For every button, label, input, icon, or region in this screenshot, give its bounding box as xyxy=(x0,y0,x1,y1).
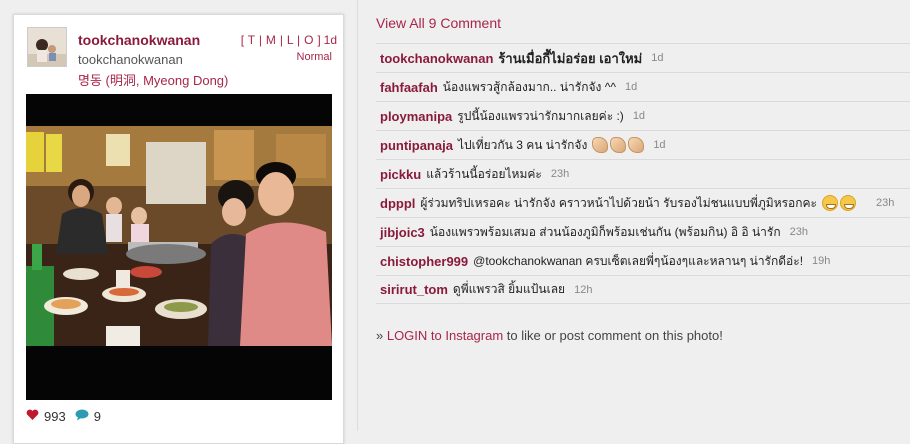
comment-text: น้องแพรวสู้กล้องมาก.. น่ารักจัง ^^ xyxy=(442,79,616,94)
comment-time: 1d xyxy=(624,81,638,93)
clapping-hands-icon xyxy=(610,137,627,153)
comment-username[interactable]: dpppl xyxy=(380,196,415,211)
user-avatar[interactable] xyxy=(27,27,67,67)
post-full-name: tookchanokwanan xyxy=(78,52,183,67)
comment-time: 1d xyxy=(653,139,666,151)
comment-row: chistopher999 @tookchanokwanan ครบเซ็ตเลย… xyxy=(376,246,910,275)
grin-emoji-icon xyxy=(822,195,838,211)
clapping-hands-icon xyxy=(592,137,609,153)
likes-count: 993 xyxy=(44,409,66,424)
comment-text: ผู้ร่วมทริปเหรอคะ น่ารักจัง คราวหน้าไปด้… xyxy=(420,195,817,210)
post-location[interactable]: 명동 (明洞, Myeong Dong) xyxy=(78,70,228,89)
size-links[interactable]: [ T | M | L | O ] xyxy=(241,33,321,47)
comment-username[interactable]: ploymanipa xyxy=(380,109,452,124)
comment-username[interactable]: tookchanokwanan xyxy=(380,51,493,66)
comment-row: ploymanipa รูปนี้น้องแพรวน่ารักมากเลยค่ะ … xyxy=(376,101,910,130)
post-column: tookchanokwanan tookchanokwanan 명동 (明洞, … xyxy=(0,0,358,444)
post-time: 1d xyxy=(323,33,337,47)
comment-text: ไปเที่ยวกัน 3 คน น่ารักจัง xyxy=(457,137,588,152)
login-prefix: » xyxy=(376,328,387,343)
comment-time: 1d xyxy=(651,52,664,64)
comment-text: แล้วร้านนี้อร่อยไหมค่ะ xyxy=(426,166,542,181)
comment-time: 12h xyxy=(574,283,593,296)
view-all-comments-link[interactable]: View All 9 Comment xyxy=(376,15,501,31)
comment-text: รูปนี้น้องแพรวน่ารักมากเลยค่ะ :) xyxy=(457,108,624,123)
post-card: tookchanokwanan tookchanokwanan 명동 (明洞, … xyxy=(13,14,344,444)
comment-username[interactable]: sirirut_tom xyxy=(380,282,448,297)
login-link[interactable]: LOGIN to Instagram xyxy=(387,328,503,343)
clapping-hands-icon xyxy=(628,137,645,153)
comment-time: 1d xyxy=(632,110,646,122)
comment-row: jibjoic3 น้องแพรวพร้อมเสมอ ส่วนน้องภูมิก็… xyxy=(376,217,910,246)
comment-time: 23h xyxy=(876,197,895,209)
comment-bubble-icon[interactable] xyxy=(75,409,89,424)
comment-text: น้องแพรวพร้อมเสมอ ส่วนน้องภูมิก็พร้อมเช่… xyxy=(429,224,781,239)
comment-text: @tookchanokwanan ครบเซ็ตเลยพี่ๆน้องๆและห… xyxy=(473,253,804,268)
comment-row: fahfaafah น้องแพรวสู้กล้องมาก.. น่ารักจัง… xyxy=(376,72,910,101)
comments-count: 9 xyxy=(93,409,101,424)
post-stats: 993 9 xyxy=(26,409,110,424)
wink-tongue-emoji-icon xyxy=(840,195,856,211)
comment-username[interactable]: jibjoic3 xyxy=(380,225,425,240)
comment-username[interactable]: fahfaafah xyxy=(380,80,438,95)
comment-row: tookchanokwanan ร้านเมื่อกี้ไม่อร่อย เอาใ… xyxy=(376,43,910,72)
comment-row: pickku แล้วร้านนี้อร่อยไหมค่ะ 23h xyxy=(376,159,910,188)
comment-time: 23h xyxy=(550,168,570,180)
filter-name: Normal xyxy=(296,51,332,63)
comment-row: sirirut_tom ดูพี่แพรวสิ ยิ้มแป้นเลย 12h xyxy=(376,275,910,304)
comment-text: ร้านเมื่อกี้ไม่อร่อย เอาใหม่ xyxy=(498,50,643,66)
heart-icon[interactable] xyxy=(26,409,39,424)
post-photo[interactable] xyxy=(26,94,332,400)
comment-time: 23h xyxy=(789,226,808,238)
comment-username[interactable]: pickku xyxy=(380,167,421,182)
comment-time: 19h xyxy=(812,255,831,267)
login-prompt: » LOGIN to Instagram to like or post com… xyxy=(376,328,723,343)
comment-row: puntipanaja ไปเที่ยวกัน 3 คน น่ารักจัง 1d xyxy=(376,130,910,159)
comment-row: dpppl ผู้ร่วมทริปเหรอคะ น่ารักจัง คราวหน้… xyxy=(376,188,910,217)
comment-username[interactable]: chistopher999 xyxy=(380,254,468,269)
post-username[interactable]: tookchanokwanan xyxy=(78,32,200,48)
login-suffix: to like or post comment on this photo! xyxy=(503,328,723,343)
comment-list: tookchanokwanan ร้านเมื่อกี้ไม่อร่อย เอาใ… xyxy=(376,43,910,304)
comment-username[interactable]: puntipanaja xyxy=(380,138,453,153)
comment-text: ดูพี่แพรวสิ ยิ้มแป้นเลย xyxy=(452,282,566,296)
comments-panel: View All 9 Comment tookchanokwanan ร้านเม… xyxy=(359,0,910,431)
